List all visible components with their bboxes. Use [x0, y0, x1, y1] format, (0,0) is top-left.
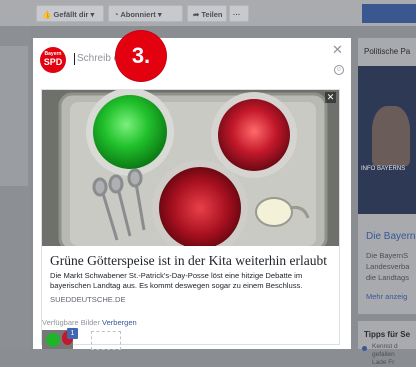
rss-icon: ◔ [114, 10, 119, 19]
divider [358, 314, 416, 321]
text-cursor [74, 53, 75, 65]
right-post-text: Die BayernS Landesverba die Landtags [366, 251, 410, 282]
selected-badge: 1 [67, 328, 78, 339]
subscribed-button[interactable]: ◔ Abonniert ▾ [108, 5, 183, 22]
right-image-caption: INFO BAYERNS [361, 166, 406, 172]
step-marker: 3. [116, 31, 166, 81]
right-post-image[interactable] [358, 66, 416, 214]
right-column: Politische Pa INFO BAYERNS Die Bayern Di… [358, 38, 416, 366]
page-avatar: Bayern SPD [40, 47, 66, 73]
right-heading: Politische Pa [364, 47, 411, 56]
left-panel [0, 46, 28, 186]
jelly-photo [42, 90, 339, 246]
share-arrow-icon: ➦ [193, 10, 200, 19]
close-icon[interactable]: ✕ [332, 43, 343, 56]
hide-images-link[interactable]: Verbergen [102, 318, 137, 327]
smiley-icon[interactable]: ☺ [334, 65, 344, 75]
share-button[interactable]: ➦ Teilen [187, 5, 227, 22]
add-image-slot[interactable] [91, 331, 121, 350]
tip-text: Kennst d gefallen Lade Fr [372, 343, 398, 366]
available-images-row: Verfügbare Bilder Verbergen [42, 318, 137, 327]
tips-heading: Tipps für Se [364, 330, 411, 339]
like-page-button[interactable]: 👍 Gefällt dir ▾ [36, 5, 104, 22]
remove-image-icon[interactable]: ✕ [325, 92, 336, 103]
link-description: Die Markt Schwabener St.-Patrick's-Day-P… [50, 271, 303, 290]
right-post-title[interactable]: Die Bayern [366, 231, 415, 242]
link-domain: SUEDDEUTSCHE.DE [50, 295, 126, 304]
link-preview-card[interactable]: ✕ Grüne Götterspeise ist in der Kita wei… [41, 89, 340, 345]
post-composer-modal: Bayern SPD Schreib et 3. ✕ ☺ ✕ Grüne Göt… [33, 31, 351, 350]
primary-action-button[interactable] [362, 4, 416, 23]
thumbs-up-icon: 👍 [42, 10, 52, 19]
show-more-link[interactable]: Mehr anzeig [366, 292, 407, 301]
more-button[interactable]: ··· [229, 5, 249, 22]
link-headline[interactable]: Grüne Götterspeise ist in der Kita weite… [50, 253, 335, 269]
preview-image[interactable]: ✕ [42, 90, 339, 246]
